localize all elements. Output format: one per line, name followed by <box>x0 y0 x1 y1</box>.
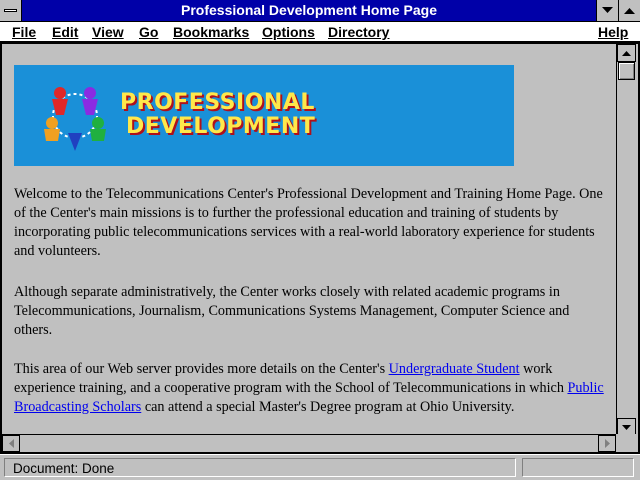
menu-view[interactable]: View <box>92 23 124 41</box>
menu-file[interactable]: File <box>12 23 36 41</box>
banner-title-line2: DEVELOPMENT <box>126 114 316 139</box>
menu-options[interactable]: Options <box>262 23 315 41</box>
scroll-left-button[interactable] <box>2 435 20 452</box>
status-progress-box <box>522 458 634 477</box>
status-bar: Document: Done <box>0 454 640 480</box>
menu-go[interactable]: Go <box>139 23 158 41</box>
maximize-arrow-icon <box>624 8 635 14</box>
admin-paragraph: Although separate administratively, the … <box>14 284 570 338</box>
title-bar: Professional Development Home Page <box>0 0 640 22</box>
down-arrow-icon <box>622 424 631 430</box>
page-content: PROFESSIONAL DEVELOPMENT Welcome to the … <box>2 44 616 434</box>
web-server-paragraph: This area of our Web server provides mor… <box>14 360 606 417</box>
professional-development-banner: PROFESSIONAL DEVELOPMENT <box>14 65 514 166</box>
scroll-up-button[interactable] <box>617 44 636 62</box>
welcome-paragraph: Welcome to the Telecommunications Center… <box>14 186 603 259</box>
system-menu-icon <box>4 9 17 12</box>
menu-bookmarks[interactable]: Bookmarks <box>173 23 249 41</box>
undergraduate-student-link[interactable]: Undergraduate Student <box>389 361 520 377</box>
menu-edit[interactable]: Edit <box>52 23 78 41</box>
banner-title-line1: PROFESSIONAL <box>120 90 315 115</box>
minimize-button[interactable] <box>596 0 618 21</box>
minimize-arrow-icon <box>602 7 613 13</box>
right-arrow-icon <box>604 439 610 448</box>
up-arrow-icon <box>622 50 631 56</box>
people-circle-logo-icon <box>44 87 106 151</box>
scroll-right-button[interactable] <box>598 435 616 452</box>
system-menu-button[interactable] <box>0 0 22 21</box>
maximize-button[interactable] <box>618 0 640 21</box>
scrollbar-corner <box>616 434 638 452</box>
status-text: Document: Done <box>4 458 516 477</box>
para3-text-c: can attend a special Master's Degree pro… <box>141 399 515 415</box>
left-arrow-icon <box>8 439 14 448</box>
vertical-scroll-thumb[interactable] <box>618 62 635 80</box>
horizontal-scrollbar[interactable] <box>2 434 616 452</box>
window-title: Professional Development Home Page <box>181 2 437 18</box>
vertical-scrollbar[interactable] <box>616 44 636 436</box>
menu-bar: File Edit View Go Bookmarks Options Dire… <box>0 22 640 42</box>
para3-text-a: This area of our Web server provides mor… <box>14 361 389 377</box>
menu-directory[interactable]: Directory <box>328 23 389 41</box>
menu-help[interactable]: Help <box>598 23 628 41</box>
